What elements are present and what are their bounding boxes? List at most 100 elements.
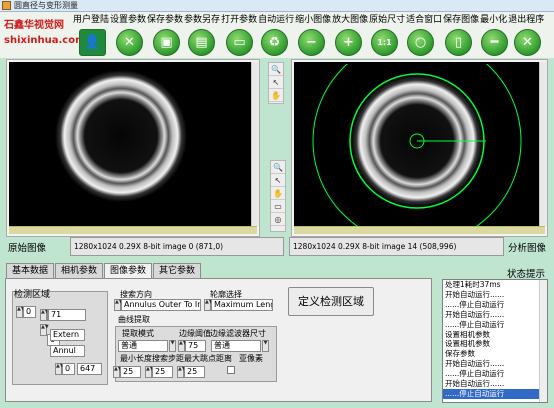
max-jump-stepper[interactable]: ▲▼ xyxy=(177,366,186,378)
left-palette: 🔍 ↖ ✋ xyxy=(268,62,284,104)
analysis-image xyxy=(296,64,539,228)
user-button[interactable]: 👤 xyxy=(79,29,106,56)
original-image-label: 原始图像 xyxy=(8,243,47,254)
right-vertical-scrollbar[interactable] xyxy=(539,62,547,226)
search-step-field[interactable]: 25 xyxy=(152,366,173,378)
menu-zoom-in[interactable]: 放大图像 xyxy=(332,14,368,26)
zoom-in-button[interactable]: + xyxy=(335,29,362,56)
edge-filter-dropdown[interactable]: ▼ xyxy=(262,340,269,352)
index-c-stepper[interactable]: ▲▼ xyxy=(55,363,64,375)
tab-image-params[interactable]: 图像参数 xyxy=(104,263,153,278)
save-params-button[interactable]: ▣ xyxy=(153,29,180,56)
pan-tool-icon[interactable]: ✋ xyxy=(269,89,283,102)
auto-run-button[interactable]: ♻ xyxy=(261,29,288,56)
index-b-stepper[interactable]: ▲▼ xyxy=(40,309,49,321)
menu-save-image[interactable]: 保存图像 xyxy=(443,14,479,26)
value-bottom-field[interactable]: 647 xyxy=(77,363,102,375)
minimize-button[interactable]: ━ xyxy=(481,29,508,56)
menu-auto-run[interactable]: 自动运行 xyxy=(258,14,294,26)
log-item: 开始自动运行...... xyxy=(445,379,505,389)
extract-mode-field[interactable]: 普通 xyxy=(118,340,168,352)
edge-filter-field[interactable]: 普通 xyxy=(211,340,261,352)
log-item: 开始自动运行...... xyxy=(445,359,505,369)
extract-mode-label: 提取模式 xyxy=(122,329,154,338)
original-image-status: 1280x1024 0.29X 8-bit image 0 (871,0) xyxy=(70,237,284,256)
log-item-selected: ......停止自动运行 xyxy=(443,388,547,399)
close-button[interactable]: ✕ xyxy=(514,29,541,56)
menu-save-params[interactable]: 保存参数 xyxy=(147,14,183,26)
menu-fit-window[interactable]: 适合窗口 xyxy=(406,14,442,26)
menu-settings[interactable]: 设置参数 xyxy=(110,14,146,26)
menu-open-params[interactable]: 打开参数 xyxy=(221,14,257,26)
right-palette: 🔍 ↖ ✋ ▭ ◎ xyxy=(270,160,286,232)
subpixel-checkbox[interactable] xyxy=(227,366,235,374)
zoom-tool-icon[interactable]: 🔍 xyxy=(271,161,285,174)
actual-size-icon: 1:1 xyxy=(377,38,392,47)
rectangle-tool-icon[interactable]: ▭ xyxy=(271,200,285,213)
tab-other-params[interactable]: 其它参数 xyxy=(153,263,202,278)
original-image-display[interactable] xyxy=(7,60,259,236)
search-direction-stepper[interactable]: ▲▼ xyxy=(114,299,123,311)
define-detect-area-button[interactable]: 定义检测区域 xyxy=(288,287,374,316)
search-step-stepper[interactable]: ▲▼ xyxy=(145,366,154,378)
fit-window-button[interactable]: ○ xyxy=(407,29,434,56)
menu-login[interactable]: 用户登陆 xyxy=(73,14,109,26)
min-length-stepper[interactable]: ▲▼ xyxy=(113,366,122,378)
shape-annulus-field[interactable]: Annul xyxy=(50,345,85,357)
open-params-button[interactable]: ▭ xyxy=(226,29,253,56)
analysis-image-label: 分析图像 xyxy=(508,243,547,254)
shape-extern-field[interactable]: Extern xyxy=(50,329,85,341)
arrow-tool-icon[interactable]: ↖ xyxy=(271,174,285,187)
log-title: 状态提示 xyxy=(507,269,546,280)
value-top-stepper[interactable]: ▲▼ xyxy=(40,324,49,336)
pan-tool-icon[interactable]: ✋ xyxy=(271,187,285,200)
tab-camera-params[interactable]: 相机参数 xyxy=(55,263,104,278)
save-image-button[interactable]: ▯ xyxy=(445,29,472,56)
min-length-field[interactable]: 25 xyxy=(120,366,141,378)
status-log[interactable]: 处理1耗时37ms 开始自动运行...... ......停止自动运行 开始自动… xyxy=(442,279,548,403)
menu-zoom-out[interactable]: 缩小图像 xyxy=(295,14,331,26)
extract-mode-dropdown[interactable]: ▼ xyxy=(169,340,176,352)
edge-threshold-stepper[interactable]: ▲▼ xyxy=(178,340,187,352)
menu-minimize[interactable]: 最小化 xyxy=(480,14,507,26)
right-horizontal-scrollbar[interactable] xyxy=(294,226,545,234)
tools-button[interactable]: ✕ xyxy=(116,29,143,56)
tab-bar: 基本数据 相机参数 图像参数 其它参数 xyxy=(6,263,202,278)
left-vertical-scrollbar[interactable] xyxy=(251,62,259,226)
max-jump-field[interactable]: 25 xyxy=(184,366,205,378)
save-icon: ▣ xyxy=(160,35,173,50)
value-top-field[interactable]: 71 xyxy=(48,309,86,321)
actual-size-button[interactable]: 1:1 xyxy=(371,29,398,56)
contour-select-field[interactable]: Maximum Length xyxy=(211,299,273,311)
window-title: 圆直径与变形测量 xyxy=(14,1,78,10)
open-icon: ▭ xyxy=(233,35,246,50)
index-c-field[interactable]: 0 xyxy=(62,363,75,375)
zoom-out-button[interactable]: − xyxy=(298,29,325,56)
zoom-tool-icon[interactable]: 🔍 xyxy=(269,63,283,76)
edge-filter-label: 边缘滤波器尺寸 xyxy=(210,329,266,338)
log-scrollbar[interactable] xyxy=(539,280,547,402)
log-item: 设置相机参数 xyxy=(445,339,490,349)
annulus-tool-icon[interactable]: ◎ xyxy=(271,213,285,226)
analysis-image-display[interactable] xyxy=(292,60,547,236)
search-direction-field[interactable]: Annulus Outer To Inner xyxy=(121,299,201,311)
menu-actual-size[interactable]: 原始尺寸 xyxy=(369,14,405,26)
menu-exit[interactable]: 退出程序 xyxy=(508,14,544,26)
curve-extract-label: 曲线提取 xyxy=(118,315,150,324)
edge-threshold-field[interactable]: 75 xyxy=(185,340,206,352)
log-item: 设置相机参数 xyxy=(445,329,490,339)
left-horizontal-scrollbar[interactable] xyxy=(9,226,257,234)
tab-basic-data[interactable]: 基本数据 xyxy=(6,263,55,278)
index-a-field[interactable]: 0 xyxy=(23,306,36,318)
search-step-label: 搜索步距 xyxy=(152,354,184,363)
log-item: 开始自动运行...... xyxy=(445,309,505,319)
save-as-button[interactable]: ▤ xyxy=(188,29,215,56)
contour-select-stepper[interactable]: ▲▼ xyxy=(204,299,213,311)
analysis-image-status: 1280x1024 0.29X 8-bit image 14 (508,996) xyxy=(289,237,504,256)
menu-save-as[interactable]: 参数另存 xyxy=(184,14,220,26)
index-a-stepper[interactable]: ▲▼ xyxy=(16,306,25,318)
arrow-tool-icon[interactable]: ↖ xyxy=(269,76,283,89)
menu-labels: 用户登陆 设置参数 保存参数 参数另存 打开参数 自动运行 缩小图像 放大图像 … xyxy=(73,14,544,26)
detect-area-title: 检测区域 xyxy=(14,290,51,300)
zoom-out-icon: − xyxy=(306,35,317,50)
